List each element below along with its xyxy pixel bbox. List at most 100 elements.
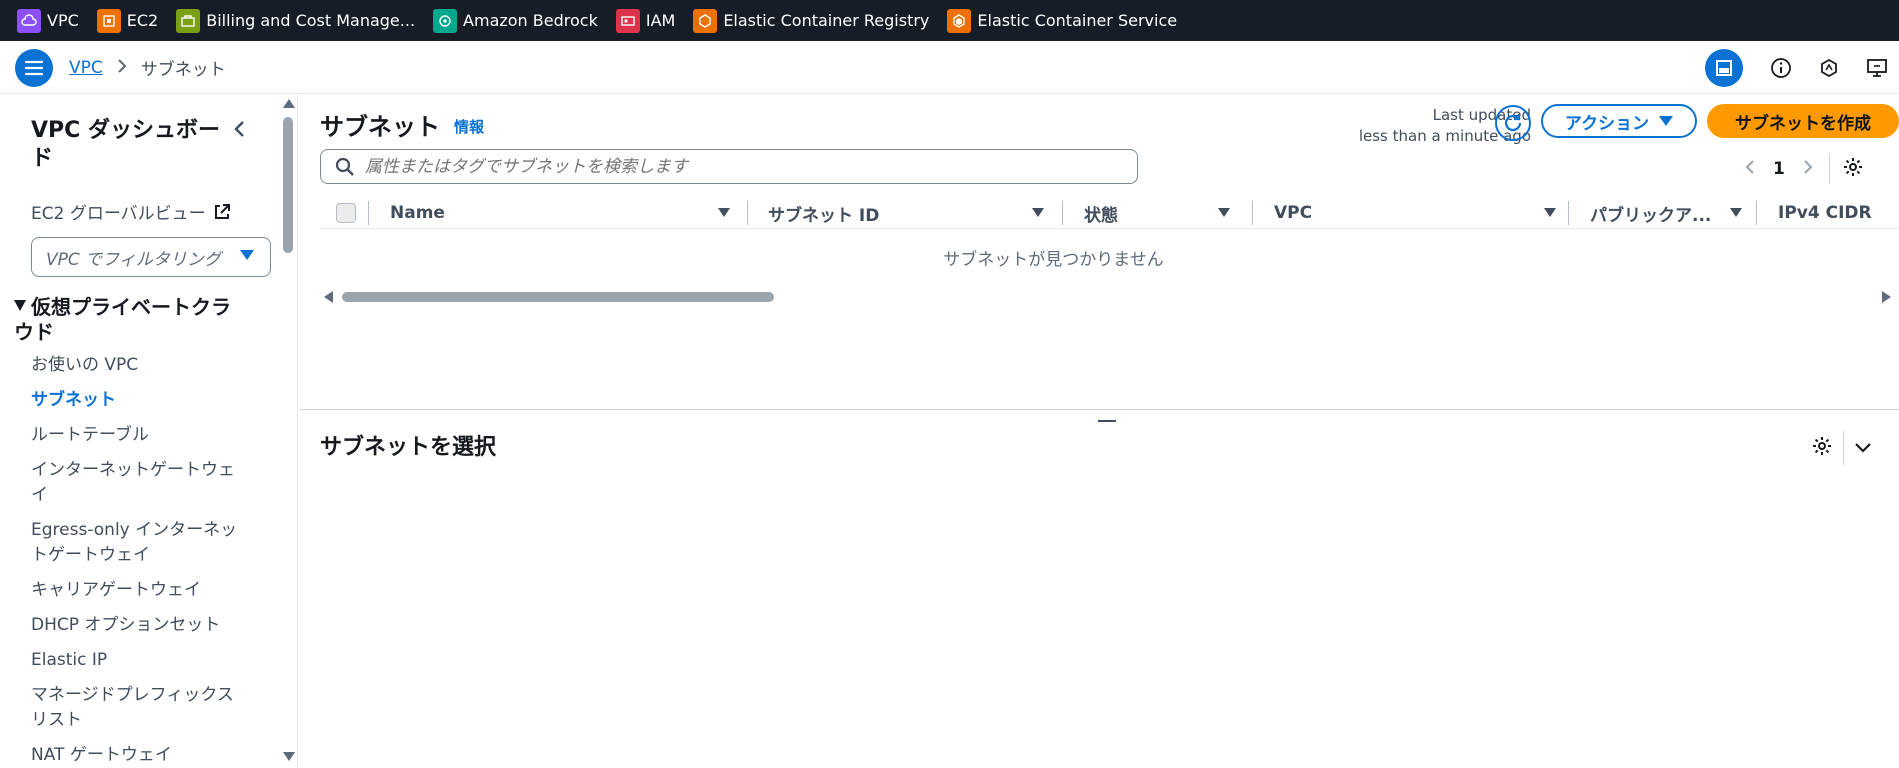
tutorial-panel-button[interactable] bbox=[1811, 50, 1847, 86]
favorite-label: Amazon Bedrock bbox=[463, 11, 598, 30]
empty-state: サブネットが見つかりません bbox=[943, 250, 1164, 270]
resources-panel-button[interactable] bbox=[1859, 50, 1895, 86]
sidebar-item-elastic-ip[interactable]: Elastic IP bbox=[31, 648, 246, 673]
scrollbar-thumb[interactable] bbox=[283, 117, 293, 253]
ecr-icon bbox=[693, 8, 718, 33]
scroll-right-icon[interactable] bbox=[1882, 291, 1891, 303]
page-number[interactable]: 1 bbox=[1773, 159, 1785, 179]
breadcrumb-vpc-link[interactable]: VPC bbox=[69, 58, 103, 78]
sidebar-item-managed-prefix-lists[interactable]: マネージドプレフィックスリスト bbox=[31, 683, 246, 733]
scroll-left-icon[interactable] bbox=[324, 291, 333, 303]
sidebar-item-route-tables[interactable]: ルートテーブル bbox=[31, 423, 246, 448]
sidebar-title[interactable]: VPC ダッシュボード bbox=[31, 117, 231, 173]
gear-icon bbox=[1843, 158, 1862, 176]
subnet-search-field[interactable] bbox=[320, 149, 1138, 184]
create-subnet-button[interactable]: サブネットを作成 bbox=[1707, 104, 1899, 138]
column-divider[interactable] bbox=[1756, 201, 1757, 225]
sidebar-item-ec2-global-view[interactable]: EC2 グローバルビュー bbox=[31, 199, 232, 224]
favorite-iam[interactable]: IAM bbox=[615, 8, 676, 33]
caret-down-icon bbox=[14, 300, 26, 311]
split-panel-title: サブネットを選択 bbox=[320, 435, 497, 460]
sort-icon bbox=[1032, 208, 1044, 217]
sidebar-section-header[interactable]: 仮想プライベートクラウド bbox=[14, 295, 244, 345]
column-header-public-address[interactable]: パブリックア... bbox=[1590, 197, 1760, 229]
side-navigation-toggle[interactable] bbox=[15, 49, 53, 87]
column-label: Name bbox=[390, 203, 445, 223]
actions-label: アクション bbox=[1564, 113, 1650, 134]
column-header-subnet-id[interactable]: サブネット ID bbox=[768, 197, 1044, 229]
chevron-right-icon bbox=[117, 58, 127, 78]
column-label: パブリックア... bbox=[1590, 205, 1712, 226]
sidebar-items: お使いの VPC サブネット ルートテーブル インターネットゲートウェイ Egr… bbox=[31, 353, 246, 768]
sidebar-item-nat-gateways[interactable]: NAT ゲートウェイ bbox=[31, 743, 246, 768]
next-page-button[interactable] bbox=[1803, 159, 1813, 179]
sidebar-item-dhcp-option-sets[interactable]: DHCP オプションセット bbox=[31, 613, 246, 638]
console-header: VPC サブネット bbox=[0, 41, 1899, 94]
collapse-sidebar-button[interactable] bbox=[232, 119, 246, 145]
split-panel-divider bbox=[299, 409, 1899, 410]
sidebar-item-subnets[interactable]: サブネット bbox=[31, 388, 246, 413]
side-navigation: VPC ダッシュボード EC2 グローバルビュー VPC でフィルタリング 仮想… bbox=[0, 95, 298, 768]
refresh-icon bbox=[1504, 114, 1522, 132]
sidebar-item-label: EC2 グローバルビュー bbox=[31, 204, 206, 224]
favorite-ec2[interactable]: EC2 bbox=[96, 8, 158, 33]
ec2-icon bbox=[96, 8, 121, 33]
favorite-label: Elastic Container Registry bbox=[723, 11, 930, 30]
column-header-vpc[interactable]: VPC bbox=[1274, 197, 1556, 229]
column-divider[interactable] bbox=[1252, 201, 1253, 225]
sidebar-item-egress-only-igw[interactable]: Egress-only インターネットゲートウェイ bbox=[31, 518, 246, 568]
column-divider[interactable] bbox=[1062, 201, 1063, 225]
resize-handle[interactable] bbox=[1098, 420, 1116, 422]
table-preferences-button[interactable] bbox=[1842, 156, 1864, 182]
favorite-label: IAM bbox=[645, 11, 676, 30]
bedrock-icon bbox=[433, 8, 458, 33]
column-divider[interactable] bbox=[747, 201, 748, 225]
scroll-up-icon[interactable] bbox=[283, 99, 295, 108]
column-label: VPC bbox=[1274, 203, 1313, 223]
pagination: 1 bbox=[1745, 154, 1899, 184]
vpc-filter-placeholder: VPC でフィルタリング bbox=[46, 249, 221, 270]
scroll-down-icon[interactable] bbox=[283, 752, 295, 761]
info-panel-button[interactable] bbox=[1763, 50, 1799, 86]
sidebar-item-your-vpcs[interactable]: お使いの VPC bbox=[31, 353, 246, 378]
divider bbox=[1843, 431, 1844, 465]
billing-icon bbox=[176, 8, 201, 33]
scrollbar-thumb[interactable] bbox=[342, 292, 774, 302]
split-panel-tools bbox=[1811, 431, 1872, 465]
external-link-icon bbox=[214, 203, 230, 219]
column-label: サブネット ID bbox=[768, 205, 880, 226]
search-input[interactable] bbox=[365, 156, 1125, 177]
page-title: サブネット bbox=[320, 113, 440, 141]
info-link[interactable]: 情報 bbox=[454, 116, 484, 137]
refresh-button[interactable] bbox=[1495, 105, 1531, 141]
hamburger-icon bbox=[24, 60, 44, 76]
actions-dropdown-button[interactable]: アクション bbox=[1541, 104, 1697, 138]
column-header-state[interactable]: 状態 bbox=[1084, 197, 1264, 229]
sidebar-item-carrier-gateways[interactable]: キャリアゲートウェイ bbox=[31, 578, 246, 603]
sort-icon bbox=[1218, 208, 1230, 217]
favorite-vpc[interactable]: VPC bbox=[17, 8, 79, 33]
split-panel-toggle[interactable] bbox=[1705, 48, 1743, 87]
favorite-ecr[interactable]: Elastic Container Registry bbox=[693, 8, 930, 33]
iam-icon bbox=[615, 8, 640, 33]
search-icon bbox=[335, 157, 354, 176]
main-content: サブネット 情報 Last updated less than a minute… bbox=[299, 95, 1899, 768]
favorite-label: VPC bbox=[47, 11, 79, 30]
column-header-name[interactable]: Name bbox=[390, 197, 730, 229]
sidebar-scrollbar[interactable] bbox=[281, 95, 295, 768]
favorite-ecs[interactable]: Elastic Container Service bbox=[947, 8, 1177, 33]
gear-icon bbox=[1813, 437, 1831, 455]
chevron-left-icon bbox=[1745, 160, 1754, 174]
collapse-split-panel-button[interactable] bbox=[1854, 439, 1872, 458]
column-header-ipv4-cidr[interactable]: IPv4 CIDR bbox=[1778, 197, 1872, 229]
sidebar-item-internet-gateways[interactable]: インターネットゲートウェイ bbox=[31, 458, 246, 508]
previous-page-button[interactable] bbox=[1745, 159, 1755, 179]
favorite-bedrock[interactable]: Amazon Bedrock bbox=[433, 8, 598, 33]
vpc-filter-select[interactable]: VPC でフィルタリング bbox=[31, 237, 271, 277]
split-panel-preferences-button[interactable] bbox=[1811, 435, 1833, 461]
table-horizontal-scrollbar[interactable] bbox=[320, 291, 1899, 303]
select-all-checkbox[interactable] bbox=[336, 203, 356, 223]
column-divider[interactable] bbox=[1568, 201, 1569, 225]
favorite-billing[interactable]: Billing and Cost Manage... bbox=[176, 8, 416, 33]
favorite-label: Billing and Cost Manage... bbox=[206, 11, 416, 30]
